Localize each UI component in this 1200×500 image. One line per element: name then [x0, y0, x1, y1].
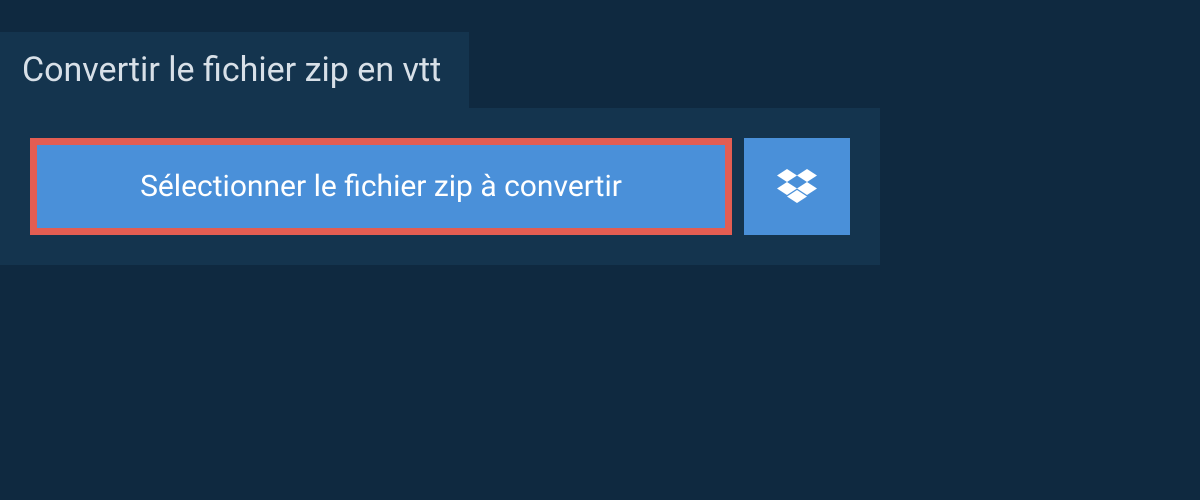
dropbox-icon — [777, 169, 817, 205]
header-tab: Convertir le fichier zip en vtt — [0, 32, 469, 108]
dropbox-button[interactable] — [744, 138, 850, 235]
page-title: Convertir le fichier zip en vtt — [22, 50, 441, 90]
select-file-button[interactable]: Sélectionner le fichier zip à convertir — [30, 138, 732, 235]
select-file-button-label: Sélectionner le fichier zip à convertir — [140, 169, 622, 204]
upload-panel: Sélectionner le fichier zip à convertir — [0, 108, 880, 265]
button-row: Sélectionner le fichier zip à convertir — [30, 138, 850, 235]
